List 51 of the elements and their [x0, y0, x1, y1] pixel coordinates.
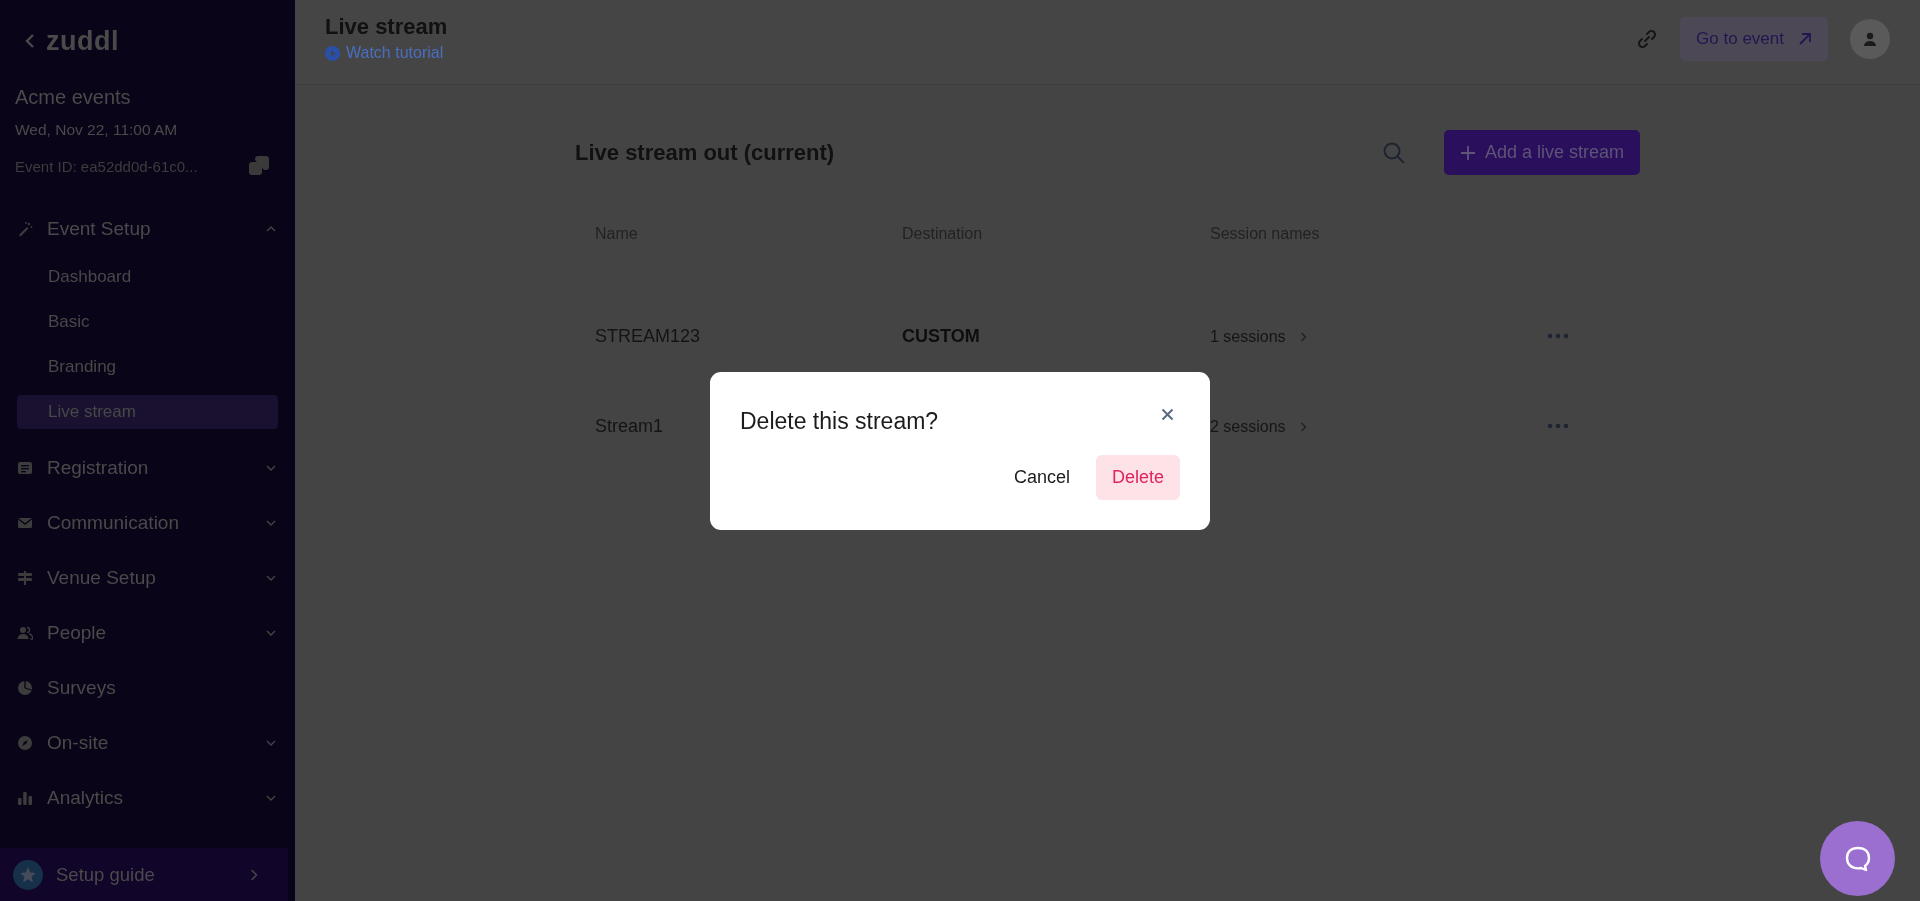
back-icon[interactable]	[24, 33, 36, 49]
nav-item[interactable]: Event Setup	[0, 201, 295, 256]
chevron-icon	[250, 868, 258, 881]
nav-item[interactable]: Analytics	[0, 770, 295, 825]
add-live-stream-button[interactable]: Add a live stream	[1443, 130, 1640, 175]
nav-item[interactable]: Surveys	[0, 660, 295, 715]
avatar[interactable]	[1850, 19, 1890, 59]
pie-icon	[17, 679, 33, 696]
close-icon[interactable]	[1161, 408, 1174, 421]
chevron-icon	[266, 794, 276, 801]
setup-guide-label: Setup guide	[56, 863, 156, 886]
nav-subitem[interactable]: Dashboard	[17, 260, 278, 294]
nav-item[interactable]: Communication	[0, 495, 295, 550]
people-icon	[17, 624, 33, 641]
chevron-icon	[1299, 331, 1307, 342]
nav-subitem[interactable]: Branding	[17, 350, 278, 384]
copy-icon[interactable]	[248, 155, 270, 177]
event-name: Acme events	[14, 86, 132, 109]
wand-icon	[17, 220, 33, 237]
nav-item[interactable]: On-site	[0, 715, 295, 770]
plus-icon	[1459, 144, 1476, 161]
form-icon	[17, 459, 33, 476]
play-icon	[325, 45, 340, 61]
chevron-icon	[266, 574, 276, 581]
logo[interactable]: zuddl	[46, 25, 119, 57]
compass-icon	[17, 734, 33, 751]
nav-item[interactable]: Registration	[0, 440, 295, 495]
chevron-icon	[266, 225, 276, 232]
nav-item[interactable]: People	[0, 605, 295, 660]
chevron-icon	[266, 464, 276, 471]
chevron-icon	[266, 519, 276, 526]
nav-item[interactable]: Venue Setup	[0, 550, 295, 605]
link-icon[interactable]	[1636, 28, 1659, 50]
event-id: Event ID: ea52dd0d-61c0...	[15, 157, 198, 175]
setup-guide-bar[interactable]: Setup guide	[0, 848, 288, 901]
cancel-button[interactable]: Cancel	[1011, 457, 1072, 498]
watch-tutorial-link[interactable]: Watch tutorial	[325, 44, 448, 62]
arrow-icon	[1798, 32, 1812, 46]
chevron-icon	[1299, 421, 1307, 432]
chevron-icon	[266, 629, 276, 636]
search-icon[interactable]	[1381, 140, 1406, 165]
delete-button[interactable]: Delete	[1095, 455, 1180, 500]
signpost-icon	[17, 569, 33, 586]
chevron-icon	[266, 739, 276, 746]
more-icon[interactable]	[1547, 423, 1569, 429]
dialog-title: Delete this stream?	[740, 408, 939, 435]
nav-subitem[interactable]: Basic	[17, 305, 278, 339]
event-date: Wed, Nov 22, 11:00 AM	[14, 121, 179, 139]
bar-chart-icon	[17, 789, 33, 806]
nav-subitem[interactable]: Live stream	[17, 395, 278, 429]
more-icon[interactable]	[1547, 333, 1569, 339]
